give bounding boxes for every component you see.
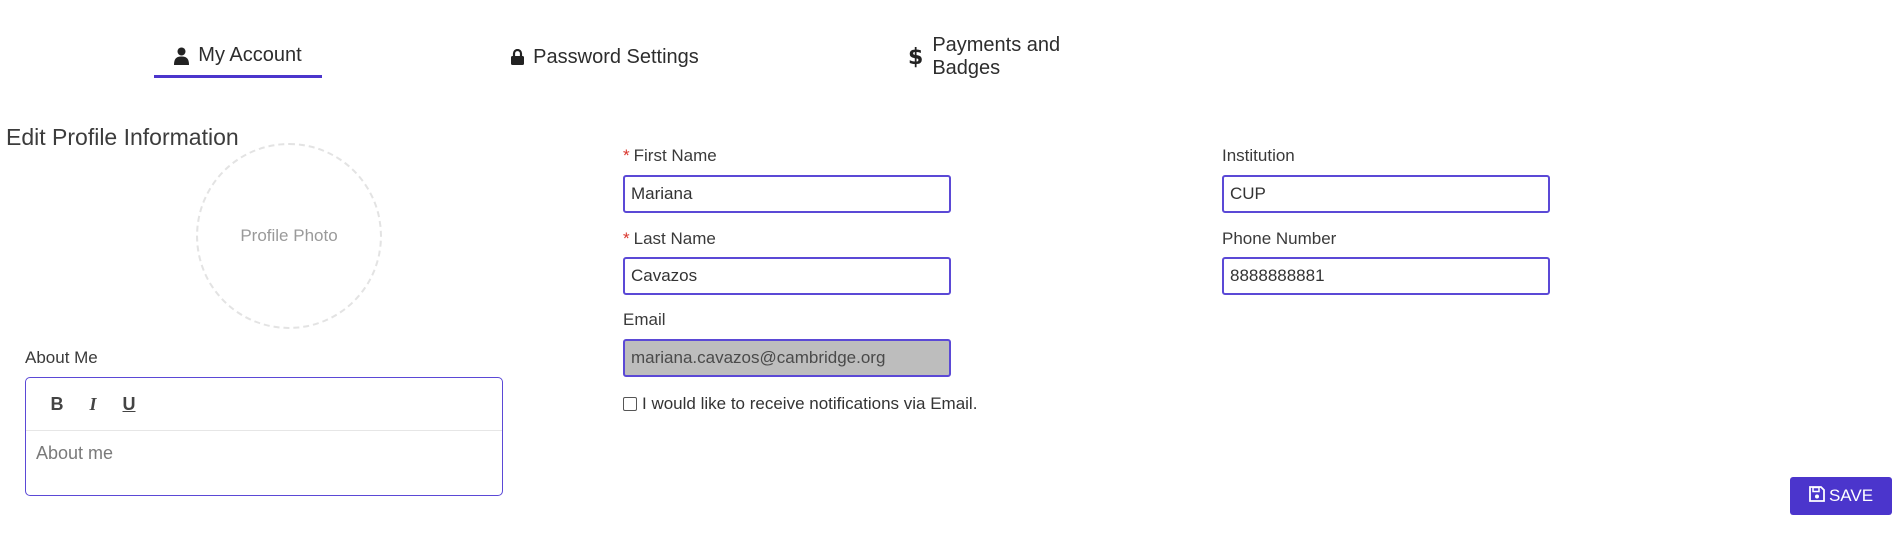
last-name-label: * Last Name: [623, 229, 716, 249]
notifications-checkbox[interactable]: [623, 397, 637, 411]
bold-button[interactable]: B: [46, 391, 68, 417]
tab-label: Payments and Badges: [932, 34, 1061, 79]
save-icon: [1809, 485, 1825, 507]
phone-label: Phone Number: [1222, 229, 1337, 248]
phone-input[interactable]: [1222, 257, 1550, 295]
tab-payments-badges[interactable]: $ Payments and Badges: [908, 34, 1130, 79]
institution-label: Institution: [1222, 146, 1295, 165]
about-me-editor: B I U About me: [25, 377, 503, 496]
tab-label: Password Settings: [533, 45, 699, 68]
notifications-label[interactable]: I would like to receive notifications vi…: [642, 394, 977, 414]
save-label: SAVE: [1828, 486, 1874, 505]
save-button[interactable]: SAVE: [1790, 477, 1892, 515]
tab-label: My Account: [198, 44, 302, 66]
profile-page: My Account Password Settings $ Payments …: [0, 0, 1901, 559]
about-me-label: About Me: [25, 348, 98, 367]
about-me-textarea[interactable]: About me: [26, 431, 502, 476]
first-name-label: * First Name: [623, 146, 717, 166]
editor-toolbar: B I U: [26, 378, 502, 431]
required-marker: *: [623, 229, 630, 248]
user-icon: [174, 47, 190, 65]
tab-my-account[interactable]: My Account: [154, 36, 322, 78]
required-marker: *: [623, 146, 630, 165]
notifications-option: I would like to receive notifications vi…: [623, 394, 977, 414]
profile-photo-label: Profile Photo: [240, 226, 338, 245]
last-name-input[interactable]: [623, 257, 951, 295]
italic-button[interactable]: I: [82, 391, 104, 417]
institution-input[interactable]: [1222, 175, 1550, 213]
underline-button[interactable]: U: [118, 391, 140, 417]
email-input: [623, 339, 951, 377]
section-title: Edit Profile Information: [6, 124, 239, 151]
email-label: Email: [623, 310, 666, 329]
tab-password-settings[interactable]: Password Settings: [510, 36, 700, 78]
lock-icon: [511, 49, 525, 65]
last-name-label-text: Last Name: [633, 229, 716, 248]
first-name-input[interactable]: [623, 175, 951, 213]
profile-photo-upload[interactable]: Profile Photo: [196, 143, 382, 329]
first-name-label-text: First Name: [633, 146, 717, 165]
dollar-icon: $: [908, 44, 924, 70]
